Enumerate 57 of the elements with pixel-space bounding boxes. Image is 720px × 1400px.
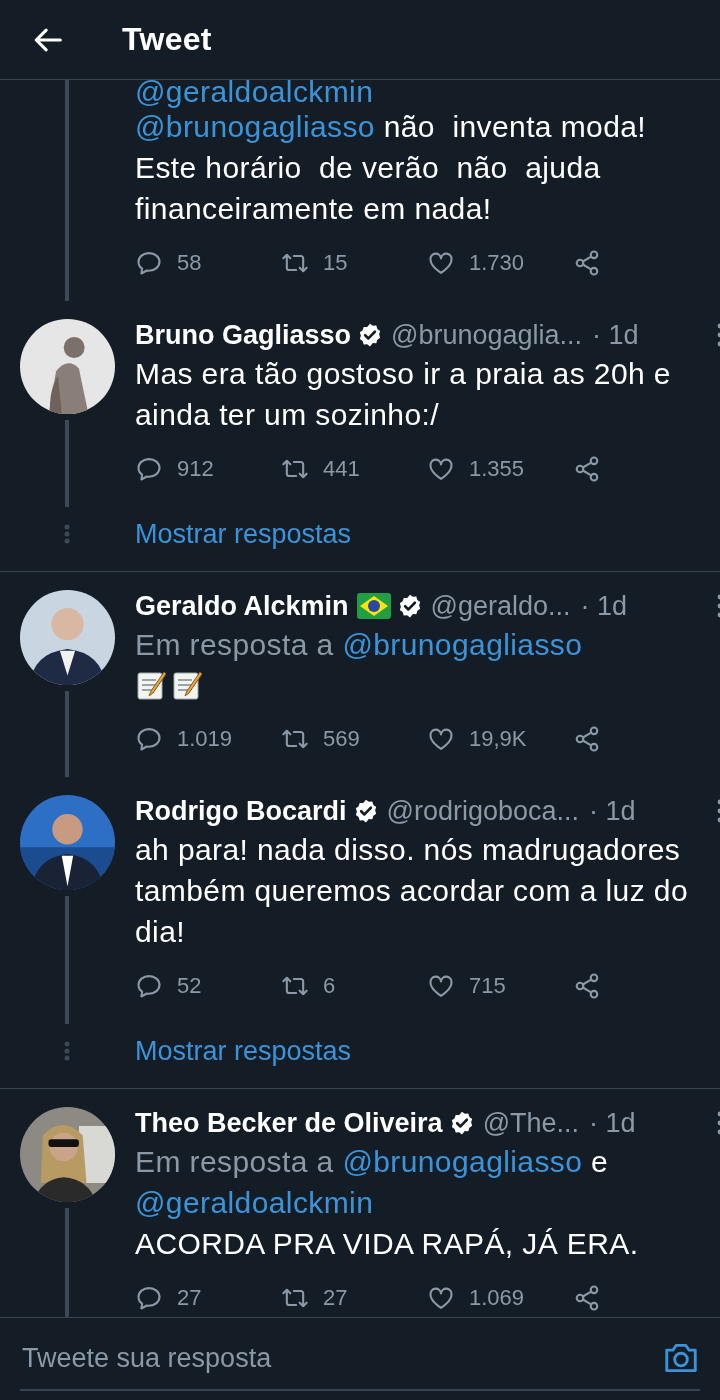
retweet-count: 441 [323,456,360,482]
timestamp: · 1d [592,319,639,351]
tweet-text: ACORDA PRA VIDA RAPÁ, JÁ ERA. [135,1226,640,1262]
mention-link[interactable]: @geraldoalckmin [135,1186,374,1219]
reply-to-text: e [591,1145,609,1178]
reply-to-label: Em resposta a [135,628,334,661]
user-name: Rodrigo Bocardi [135,795,347,827]
user-name: Geraldo Alckmin [135,590,349,622]
speech-bubble-icon[interactable] [135,455,163,483]
mention-link[interactable]: @brunogagliasso [135,110,375,143]
memo-icon [135,669,167,701]
thread-dots-icon [64,524,70,544]
share-icon[interactable] [573,725,601,753]
like-count: 1.355 [469,456,525,482]
reply-count: 27 [177,1285,202,1311]
mention-link[interactable]: @geraldoalckmin [135,80,374,108]
like-count: 715 [469,973,506,999]
like-count: 1.069 [469,1285,525,1311]
speech-bubble-icon[interactable] [135,1284,163,1312]
like-count: 1.730 [469,250,525,276]
mention-link[interactable]: @brunogagliasso [342,1145,583,1178]
share-icon[interactable] [573,455,601,483]
memo-icon [171,669,203,701]
speech-bubble-icon[interactable] [135,725,163,753]
user-handle: @The... [482,1107,580,1139]
timestamp: · 1d [589,795,636,827]
speech-bubble-icon[interactable] [135,249,163,277]
like-count: 19,9K [469,726,527,752]
tweet-text: @brunogagliasso não inventa moda! Este horário de verão não ajuda financeiramente em nada! [135,109,648,227]
tweet-text: ah para! nada disso. nós madrugadores também queremos acordar com a luz do dia! [135,832,689,950]
retweet-count: 27 [323,1285,348,1311]
user-name: Bruno Gagliasso [135,319,352,351]
reply-count: 52 [177,973,202,999]
user-handle: @geraldo... [430,590,571,622]
share-icon[interactable] [573,249,601,277]
reply-count: 58 [177,250,202,276]
show-replies-link[interactable]: Mostrar respostas [135,518,352,550]
reply-to-label: Em resposta a [135,1145,334,1178]
page-title: Tweet [122,21,212,58]
timestamp: · 1d [580,590,628,622]
user-handle: @rodrigoboca... [386,795,580,827]
speech-bubble-icon[interactable] [135,972,163,1000]
reply-count: 912 [177,456,214,482]
timestamp: · 1d [589,1107,636,1139]
user-name: Theo Becker de Oliveira [135,1107,443,1139]
tweet-text: Mas era tão gostoso ir a praia as 20h e ainda ter um sozinho:/ [135,356,672,433]
retweet-count: 6 [323,973,336,999]
thread-dots-icon [64,1041,70,1061]
share-icon[interactable] [573,1284,601,1312]
share-icon[interactable] [573,972,601,1000]
retweet-count: 569 [323,726,360,752]
show-replies-link[interactable]: Mostrar respostas [135,1035,352,1067]
user-handle: @brunogaglia... [391,319,583,351]
retweet-count: 15 [323,250,348,276]
reply-count: 1.019 [177,726,233,752]
reply-field[interactable]: Tweete sua resposta [22,1342,652,1374]
mention-link[interactable]: @brunogagliasso [342,628,583,661]
